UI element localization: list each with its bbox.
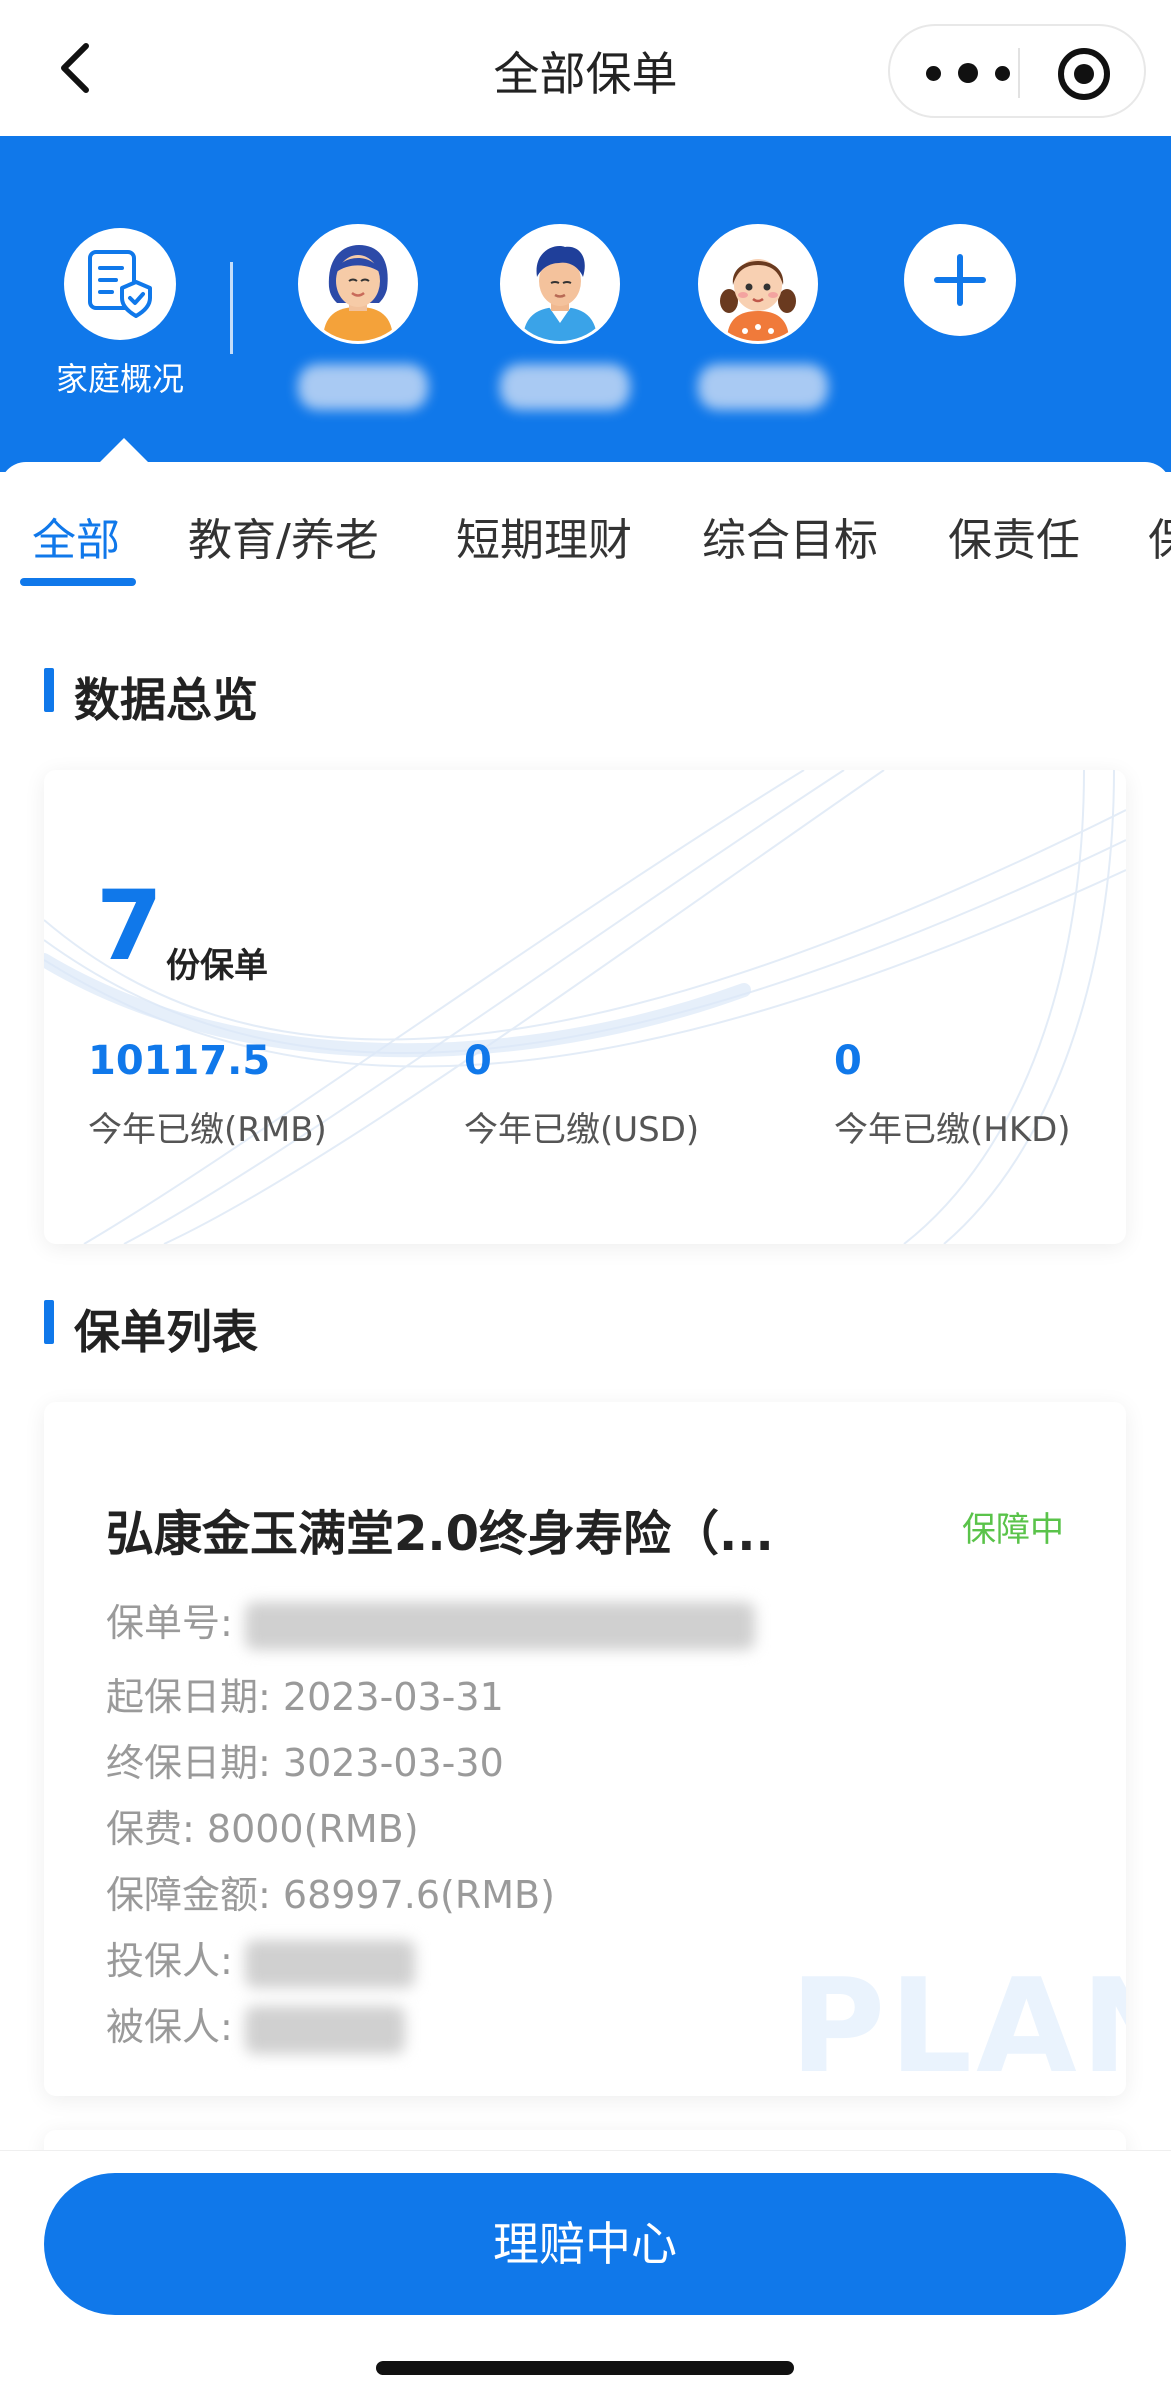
section-title: 数据总览 xyxy=(74,673,258,727)
tab-all[interactable]: 全部 xyxy=(32,504,120,568)
premium-value: 8000(RMB) xyxy=(206,1807,419,1851)
man-avatar-icon xyxy=(500,224,620,344)
stat-label: 今年已缴(RMB) xyxy=(88,1110,327,1150)
start-date-row: 起保日期: 2023-03-31 xyxy=(106,1666,504,1721)
active-tab-indicator xyxy=(20,578,136,586)
policy-count-unit: 份保单 xyxy=(166,946,268,986)
insured-label: 被保人: xyxy=(106,2005,233,2049)
policy-number-label: 保单号: xyxy=(106,1601,233,1645)
start-date-label: 起保日期: xyxy=(106,1675,271,1719)
header-divider xyxy=(230,262,233,354)
premium-row: 保费: 8000(RMB) xyxy=(106,1798,419,1853)
coverage-row: 保障金额: 68997.6(RMB) xyxy=(106,1864,555,1919)
stat-paid-usd: 0 今年已缴(USD) xyxy=(464,1038,699,1151)
woman-avatar-icon xyxy=(298,224,418,344)
policy-count: 7 xyxy=(96,870,163,982)
policy-card[interactable]: 弘康金玉满堂2.0终身寿险（... 保障中 保单号: 起保日期: 2023-03… xyxy=(44,1402,1126,2096)
tab-protection[interactable]: 保责任 xyxy=(948,504,1080,568)
end-date-row: 终保日期: 3023-03-30 xyxy=(106,1732,504,1787)
selected-pointer xyxy=(98,438,150,464)
family-overview-label: 家庭概况 xyxy=(55,360,184,398)
stat-paid-rmb: 10117.5 今年已缴(RMB) xyxy=(88,1038,327,1151)
member-name-redacted xyxy=(698,364,828,410)
insured-redacted xyxy=(244,2005,405,2054)
end-date-label: 终保日期: xyxy=(106,1741,271,1785)
status-badge: 保障中 xyxy=(962,1510,1064,1550)
home-indicator xyxy=(376,2361,794,2375)
document-shield-icon xyxy=(64,228,176,340)
tab-education-pension[interactable]: 教育/养老 xyxy=(188,504,379,568)
tab-comprehensive-goal[interactable]: 综合目标 xyxy=(702,504,878,568)
policy-number-row: 保单号: xyxy=(106,1592,755,1650)
section-accent-bar xyxy=(44,668,54,712)
family-overview-button[interactable]: 家庭概况 xyxy=(50,228,190,400)
stat-value: 0 xyxy=(464,1038,492,1084)
stat-value: 0 xyxy=(834,1038,862,1084)
premium-label: 保费: xyxy=(106,1807,195,1851)
claim-center-button[interactable]: 理赔中心 xyxy=(44,2173,1126,2315)
member-3[interactable] xyxy=(698,224,828,410)
mini-program-capsule xyxy=(888,24,1146,118)
wave-background-decoration xyxy=(44,770,1126,1244)
insured-row: 被保人: xyxy=(106,1996,405,2054)
stat-label: 今年已缴(HKD) xyxy=(834,1110,1071,1150)
add-member-button[interactable] xyxy=(904,224,1016,336)
member-2[interactable] xyxy=(500,224,630,410)
coverage-label: 保障金额: xyxy=(106,1873,271,1917)
category-tabs: 全部 教育/养老 短期理财 综合目标 保责任 保 xyxy=(0,462,1171,602)
policy-name: 弘康金玉满堂2.0终身寿险（... xyxy=(106,1506,774,1562)
bottom-action-bar: 理赔中心 xyxy=(0,2150,1171,2396)
more-dots-icon[interactable] xyxy=(926,56,1010,90)
capsule-divider xyxy=(1018,48,1020,98)
girl-avatar-icon xyxy=(698,224,818,344)
policy-number-redacted xyxy=(244,1601,755,1650)
member-1[interactable] xyxy=(298,224,428,410)
member-name-redacted xyxy=(298,364,428,410)
tab-more[interactable]: 保 xyxy=(1148,504,1171,568)
stat-value: 10117.5 xyxy=(88,1038,271,1084)
family-header: 家庭概况 xyxy=(0,136,1171,472)
policy-holder-label: 投保人: xyxy=(106,1939,233,1983)
target-icon[interactable] xyxy=(1058,48,1110,100)
end-date-value: 3023-03-30 xyxy=(282,1741,504,1785)
section-title: 保单列表 xyxy=(74,1305,258,1359)
policy-holder-redacted xyxy=(244,1939,415,1988)
stat-label: 今年已缴(USD) xyxy=(464,1110,700,1150)
start-date-value: 2023-03-31 xyxy=(282,1675,504,1719)
policy-holder-row: 投保人: xyxy=(106,1930,415,1988)
top-nav-bar: 全部保单 xyxy=(0,0,1171,136)
plan-watermark: PLAN xyxy=(790,1950,1126,2096)
tab-short-term-finance[interactable]: 短期理财 xyxy=(456,504,632,568)
coverage-value: 68997.6(RMB) xyxy=(282,1873,555,1917)
member-name-redacted xyxy=(500,364,630,410)
section-accent-bar xyxy=(44,1300,54,1344)
data-overview-card: 7 份保单 10117.5 今年已缴(RMB) 0 今年已缴(USD) 0 今年… xyxy=(44,770,1126,1244)
stat-paid-hkd: 0 今年已缴(HKD) xyxy=(834,1038,1071,1151)
